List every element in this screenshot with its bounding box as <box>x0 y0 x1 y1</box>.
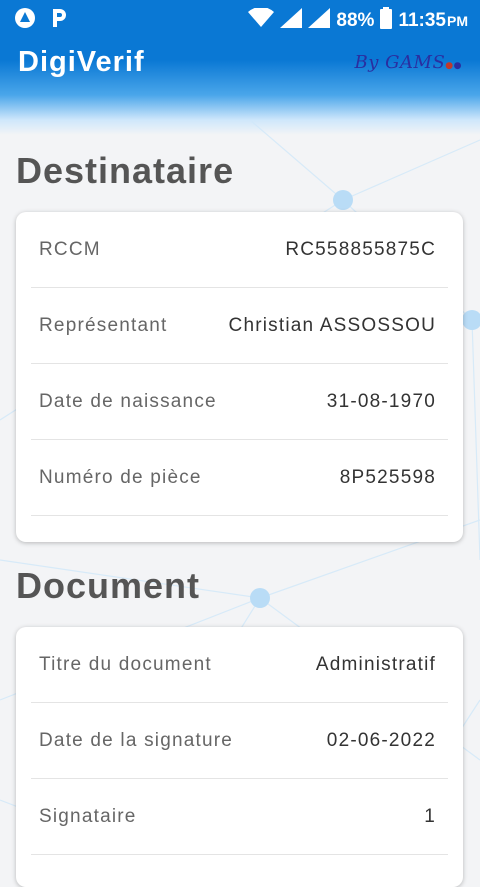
row-representant: Représentant Christian ASSOSSOU <box>31 288 448 364</box>
row-date-naissance: Date de naissance 31-08-1970 <box>31 364 448 440</box>
row-rccm: RCCM RC558855875C <box>31 212 448 288</box>
brand-logo: By GAMS●● <box>354 52 462 73</box>
row-label: Représentant <box>39 314 168 336</box>
clock-ampm: PM <box>447 12 468 29</box>
row-label: RCCM <box>39 238 101 260</box>
app-notification-icon <box>14 7 36 34</box>
row-signataire: Signataire 1 <box>31 779 448 855</box>
section-title-document: Document <box>16 565 201 606</box>
app-header: 88% 11:35PM DigiVerif By GAMS●● <box>0 0 480 135</box>
section-title-destinataire: Destinataire <box>16 150 235 191</box>
row-value: Christian ASSOSSOU <box>228 314 436 336</box>
signal-icon <box>280 8 303 33</box>
document-card: Titre du document Administratif Date de … <box>16 627 463 887</box>
wifi-icon <box>248 6 275 33</box>
battery-percent: 88% <box>336 9 375 31</box>
row-value: 02-06-2022 <box>326 729 436 751</box>
row-value: Administratif <box>315 653 436 675</box>
row-date-signature: Date de la signature 02-06-2022 <box>31 703 448 779</box>
app-title: DigiVerif <box>18 46 145 78</box>
clock-time: 11:35PM <box>398 9 468 31</box>
battery-icon <box>380 7 393 34</box>
row-label: Titre du document <box>39 653 212 675</box>
signal-icon-2 <box>308 8 331 33</box>
row-value: 1 <box>424 805 436 827</box>
row-value: RC558855875C <box>285 238 436 260</box>
row-label: Numéro de pièce <box>39 466 202 488</box>
row-label: Date de naissance <box>39 390 217 412</box>
row-label: Date de la signature <box>39 729 234 751</box>
status-bar: 88% 11:35PM <box>0 0 480 36</box>
parking-notification-icon <box>50 7 68 34</box>
row-numero-piece: Numéro de pièce 8P525598 <box>31 440 448 516</box>
row-label: Signataire <box>39 805 137 827</box>
row-value: 31-08-1970 <box>326 390 436 412</box>
row-titre-document: Titre du document Administratif <box>31 627 448 703</box>
row-value: 8P525598 <box>339 466 436 488</box>
destinataire-card: RCCM RC558855875C Représentant Christian… <box>16 212 463 542</box>
